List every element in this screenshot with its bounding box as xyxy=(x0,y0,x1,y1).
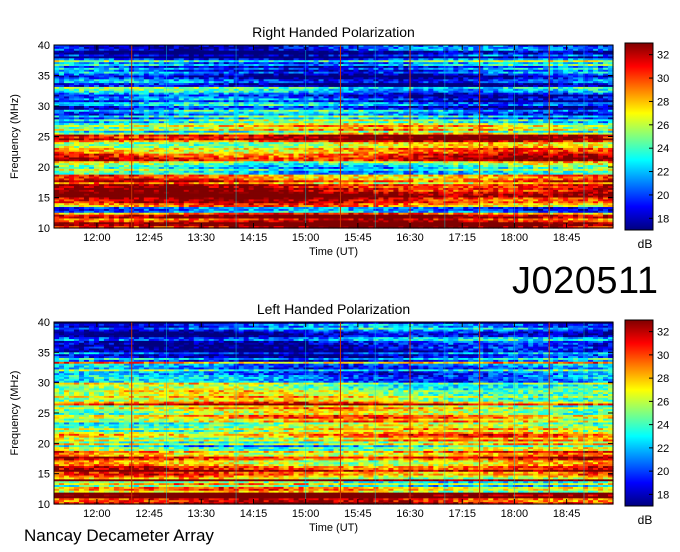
x-axis-label: Time (UT) xyxy=(309,246,358,258)
x-tick-label: 15:00 xyxy=(292,232,320,244)
x-tick-label: 17:15 xyxy=(448,232,476,244)
colorbar-tick-label: 18 xyxy=(657,213,669,225)
x-tick-label: 12:45 xyxy=(135,232,163,244)
colorbar-tick-label: 32 xyxy=(657,327,669,339)
y-tick-label: 40 xyxy=(38,317,50,329)
colorbar-tick-label: 26 xyxy=(657,396,669,408)
colorbar-label: dB xyxy=(638,237,653,251)
x-axis-label: Time (UT) xyxy=(309,522,358,534)
colorbar-tick-label: 18 xyxy=(657,489,669,501)
y-tick-label: 20 xyxy=(38,438,50,450)
instrument-label: Nancay Decameter Array xyxy=(24,527,214,544)
x-tick-label: 16:30 xyxy=(396,508,424,520)
y-tick-label: 10 xyxy=(38,499,50,511)
x-tick-label: 13:30 xyxy=(188,232,216,244)
colorbar-tick-label: 30 xyxy=(657,73,669,85)
x-tick-label: 17:15 xyxy=(448,508,476,520)
chart-title: Right Handed Polarization xyxy=(252,24,415,40)
x-tick-label: 15:00 xyxy=(292,508,320,520)
x-tick-label: 18:00 xyxy=(501,508,529,520)
x-tick-label: 13:30 xyxy=(188,508,216,520)
colorbar xyxy=(624,42,654,231)
y-tick-label: 40 xyxy=(38,40,50,52)
x-tick-label: 16:30 xyxy=(396,232,424,244)
x-tick-label: 12:00 xyxy=(83,232,111,244)
colorbar-tick-label: 22 xyxy=(657,167,669,179)
x-tick-label: 14:15 xyxy=(240,232,268,244)
heatmap-image xyxy=(54,322,614,505)
y-tick-label: 35 xyxy=(38,71,50,83)
colorbar-tick-label: 32 xyxy=(657,50,669,62)
x-tick-label: 18:45 xyxy=(553,232,581,244)
x-tick-label: 15:45 xyxy=(344,232,372,244)
colorbar-tick-label: 20 xyxy=(657,466,669,478)
x-tick-label: 18:00 xyxy=(501,232,529,244)
colorbar-tick-label: 28 xyxy=(657,373,669,385)
x-tick-label: 14:15 xyxy=(240,508,268,520)
left-polarization-panel: Left Handed Polarization 10 15 20 25 30 35 40 Fr… xyxy=(9,301,669,534)
y-tick-label: 35 xyxy=(38,347,50,359)
right-polarization-panel: Right Handed Polarization 10 15 20 25 30 35 40 F… xyxy=(9,24,669,258)
colorbar-tick-label: 30 xyxy=(657,350,669,362)
y-axis-label: Frequency (MHz) xyxy=(9,371,21,456)
colorbar-tick-label: 28 xyxy=(657,96,669,108)
colorbar-tick-label: 22 xyxy=(657,443,669,455)
y-axis-label: Frequency (MHz) xyxy=(9,94,21,179)
y-tick-label: 30 xyxy=(38,378,50,390)
y-tick-label: 25 xyxy=(38,132,50,144)
x-tick-label: 12:00 xyxy=(83,508,111,520)
y-tick-label: 15 xyxy=(38,469,50,481)
observation-id: J020511 xyxy=(512,262,658,300)
y-tick-label: 25 xyxy=(38,408,50,420)
colorbar-tick-label: 26 xyxy=(657,120,669,132)
colorbar xyxy=(624,319,654,507)
chart-title: Left Handed Polarization xyxy=(257,301,410,317)
colorbar-tick-label: 20 xyxy=(657,190,669,202)
y-tick-label: 20 xyxy=(38,162,50,174)
heatmap-image xyxy=(54,45,614,229)
y-tick-label: 10 xyxy=(38,223,50,235)
y-tick-label: 15 xyxy=(38,193,50,205)
x-tick-label: 15:45 xyxy=(344,508,372,520)
colorbar-tick-label: 24 xyxy=(657,420,669,432)
x-tick-label: 12:45 xyxy=(135,508,163,520)
x-tick-label: 18:45 xyxy=(553,508,581,520)
y-tick-label: 30 xyxy=(38,101,50,113)
colorbar-tick-label: 24 xyxy=(657,143,669,155)
colorbar-label: dB xyxy=(638,513,653,527)
